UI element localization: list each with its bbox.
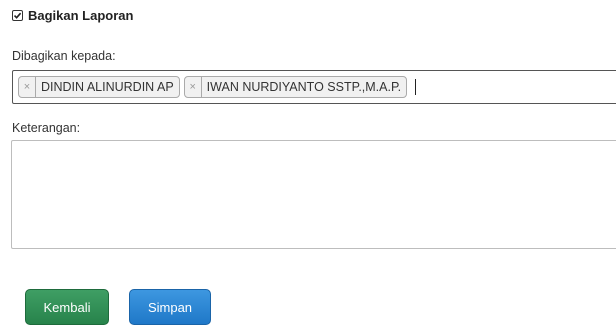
save-button[interactable]: Simpan — [129, 289, 211, 325]
remove-tag-icon[interactable]: × — [185, 77, 202, 97]
recipient-tag-label: DINDIN ALINURDIN AP — [41, 80, 174, 94]
shared-with-input[interactable]: × DINDIN ALINURDIN AP × IWAN NURDIYANTO … — [12, 70, 616, 104]
recipient-tag: × DINDIN ALINURDIN AP — [18, 76, 180, 98]
remove-tag-icon[interactable]: × — [19, 77, 36, 97]
recipient-tag: × IWAN NURDIYANTO SSTP.,M.A.P. — [183, 76, 408, 98]
shared-with-label: Dibagikan kepada: — [12, 49, 116, 63]
section-title: Bagikan Laporan — [28, 8, 134, 23]
notes-textarea[interactable] — [11, 140, 616, 249]
recipient-tag-label: IWAN NURDIYANTO SSTP.,M.A.P. — [206, 80, 402, 94]
back-button[interactable]: Kembali — [25, 289, 109, 325]
section-header: Bagikan Laporan — [12, 8, 133, 23]
notes-label: Keterangan: — [12, 121, 81, 135]
text-cursor — [415, 79, 417, 95]
checkbox-checked-icon — [12, 10, 23, 21]
